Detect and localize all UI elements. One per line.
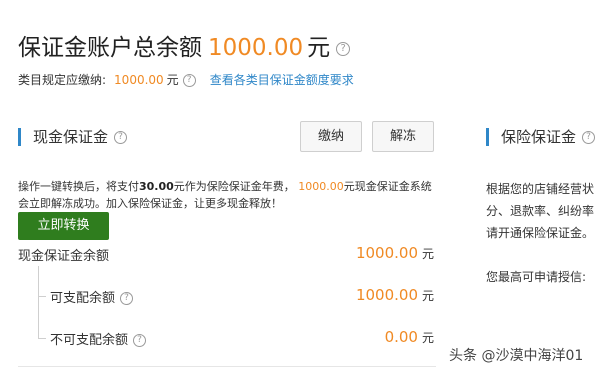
insurance-desc-line: 分、退款率、纠纷率 xyxy=(486,204,595,218)
account-total-title-row: 保证金账户总余额 1000.00 元? xyxy=(18,28,351,62)
unavailable-balance-value: 0.00 元 xyxy=(385,328,434,346)
currency-unit: 元 xyxy=(421,289,434,303)
category-requirement-value: 1000.00 xyxy=(114,73,164,87)
convert-description: 操作一键转换后，将支付30.00元作为保险保证金年费， 1000.00元现金保证… xyxy=(18,178,438,212)
convert-now-button[interactable]: 立即转换 xyxy=(18,212,109,240)
insurance-desc-line: 请开通保险保证金。 xyxy=(486,226,595,240)
desc-unfreeze-amount: 1000.00 xyxy=(298,180,344,193)
help-icon[interactable]: ? xyxy=(114,131,128,144)
max-credit-label: 您最高可申请授信: xyxy=(486,270,587,284)
desc-text: 操作一键转换后，将支付 xyxy=(18,180,139,193)
pay-button[interactable]: 缴纳 xyxy=(300,121,362,152)
total-balance-amount: 1000.00 xyxy=(208,35,304,61)
available-balance-text: 可支配余额 xyxy=(50,291,116,306)
tree-connector xyxy=(38,296,46,297)
cash-balance-label: 现金保证金余额 xyxy=(18,249,110,264)
desc-text: 元作为保险保证金年费， xyxy=(173,180,299,193)
tree-connector xyxy=(38,338,46,339)
available-balance-label: 可支配余额? xyxy=(50,287,134,306)
insurance-deposit-title: 保险保证金 xyxy=(501,128,577,146)
available-balance-amount: 1000.00 xyxy=(355,286,418,304)
category-requirement-row: 类目规定应缴纳: 1000.00 元? 查看各类目保证金额度要求 xyxy=(18,71,354,88)
watermark: 头条 @沙漠中海洋01 xyxy=(449,348,584,364)
insurance-deposit-section-header: 保险保证金? xyxy=(486,128,596,146)
unavailable-balance-label: 不可支配余额? xyxy=(50,329,147,348)
tree-connector xyxy=(38,266,39,339)
currency-unit: 元 xyxy=(421,247,434,261)
page-title: 保证金账户总余额 xyxy=(18,35,202,61)
help-icon[interactable]: ? xyxy=(582,131,596,144)
cash-balance-amount: 1000.00 xyxy=(355,244,418,262)
available-balance-value: 1000.00 元 xyxy=(356,286,434,304)
insurance-desc-line: 根据您的店铺经营状 xyxy=(486,182,595,196)
help-icon[interactable]: ? xyxy=(133,334,147,347)
unfreeze-button[interactable]: 解冻 xyxy=(372,121,434,152)
unavailable-balance-amount: 0.00 xyxy=(384,328,418,346)
cash-balance-value: 1000.00 元 xyxy=(356,244,434,262)
total-balance-unit: 元 xyxy=(307,35,331,61)
view-category-requirements-link[interactable]: 查看各类目保证金额度要求 xyxy=(210,73,354,87)
help-icon[interactable]: ? xyxy=(336,41,351,56)
cash-deposit-title: 现金保证金 xyxy=(33,128,109,146)
unavailable-balance-text: 不可支配余额 xyxy=(50,333,129,348)
category-requirement-unit: 元 xyxy=(166,73,179,87)
divider xyxy=(18,366,436,367)
category-requirement-label: 类目规定应缴纳: xyxy=(18,73,107,87)
desc-fee-amount: 30.00 xyxy=(139,180,174,193)
help-icon[interactable]: ? xyxy=(120,292,134,305)
cash-deposit-section-header: 现金保证金? xyxy=(18,128,128,146)
currency-unit: 元 xyxy=(421,331,434,345)
help-icon[interactable]: ? xyxy=(182,74,196,87)
